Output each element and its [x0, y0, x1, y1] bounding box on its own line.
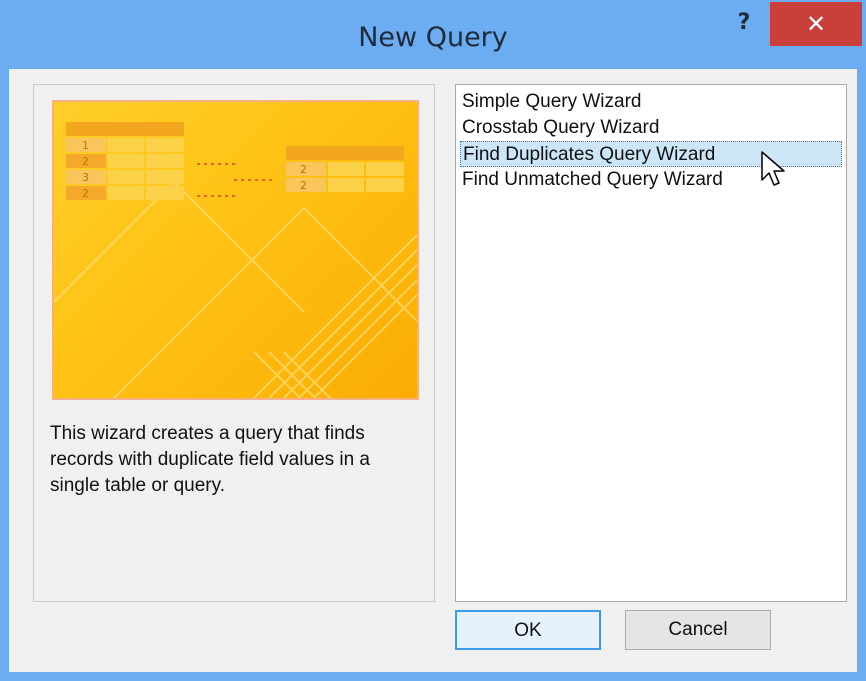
help-button[interactable]: ?: [730, 8, 758, 38]
close-icon: ✕: [805, 10, 827, 38]
left-table-number: 2: [82, 187, 89, 200]
dialog-body: 1 2 3 2 2 2 This wizard creates a query …: [9, 69, 857, 672]
left-table-graphic: 1 2 3 2: [66, 122, 184, 200]
cancel-button[interactable]: Cancel: [625, 610, 771, 650]
list-item-find-unmatched-query-wizard[interactable]: Find Unmatched Query Wizard: [460, 167, 723, 193]
close-button[interactable]: ✕: [770, 2, 862, 46]
new-query-dialog: New Query ? ✕ 1 2 3 2 2 2 This wizard cr…: [0, 0, 866, 681]
right-table-number: 2: [300, 179, 307, 192]
ok-button[interactable]: OK: [455, 610, 601, 650]
left-table-number: 1: [82, 139, 89, 152]
connector-lines: [197, 163, 276, 197]
mouse-pointer-icon: [761, 151, 785, 186]
preview-panel: 1 2 3 2 2 2 This wizard creates a query …: [33, 84, 435, 602]
right-table-graphic: 2 2: [286, 146, 404, 192]
title-bar[interactable]: New Query ? ✕: [0, 0, 866, 78]
right-table-number: 2: [300, 163, 307, 176]
list-item-crosstab-query-wizard[interactable]: Crosstab Query Wizard: [460, 115, 659, 141]
query-wizard-preview-image: 1 2 3 2 2 2: [52, 100, 419, 400]
wizard-list[interactable]: Simple Query Wizard Crosstab Query Wizar…: [455, 84, 847, 602]
wizard-description: This wizard creates a query that finds r…: [50, 423, 371, 496]
left-table-number: 2: [82, 155, 89, 168]
preview-illustration: 1 2 3 2 2 2: [54, 122, 417, 398]
left-table-number: 3: [82, 171, 89, 184]
list-item-simple-query-wizard[interactable]: Simple Query Wizard: [460, 89, 642, 115]
